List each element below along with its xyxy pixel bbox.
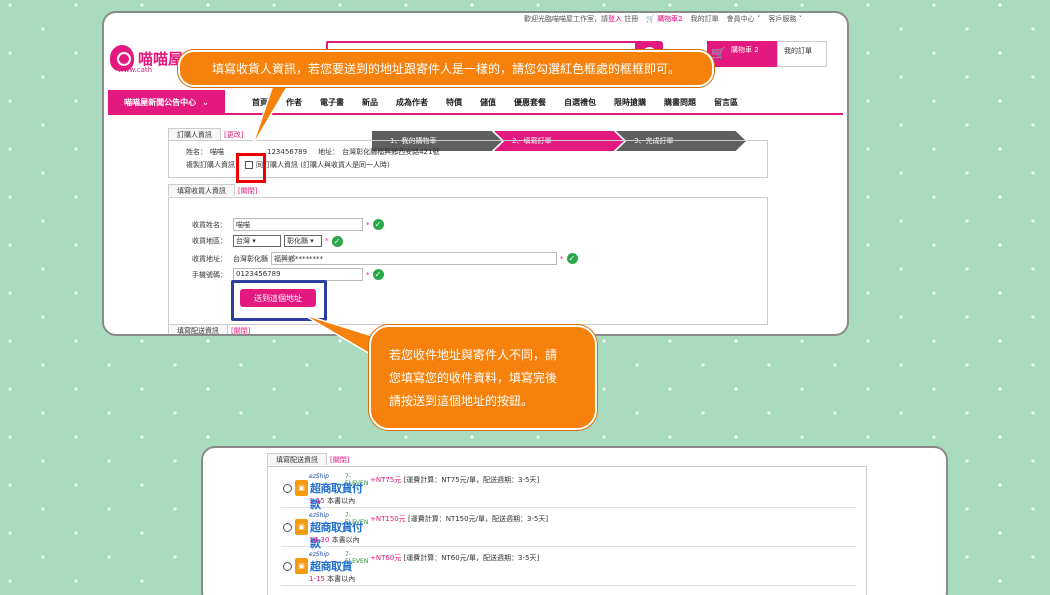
bottom-instruction-callout: 若您收件地址與寄件人不同，請 您填寫您的收件資料，填寫完後 請按送到這個地址的按… [369,325,597,430]
buyer-info-line: 姓名： 喵喵 123456789 地址： 台灣彰化縣福興鄉西安路421號 [186,148,440,156]
package-icon: ▣ [295,480,308,496]
receiver-name-input[interactable]: 喵喵 [233,218,363,231]
nav-item[interactable]: 作者 [277,97,311,108]
country-select[interactable]: 台灣 ▾ [233,235,281,247]
ezship-brand: ezShip [309,473,329,480]
check-icon: ✓ [566,253,578,264]
county-select[interactable]: 彰化縣 ▾ [284,235,322,247]
shipping-price: +NT75元 [運費計算：NT75元/單，配送週期：3-5天] [370,476,540,484]
check-icon: ✓ [372,219,384,230]
tab-receiver-info[interactable]: 填寫收貨人資訊 [關閉] [168,184,257,196]
check-icon: ✓ [372,269,384,280]
button-highlight-frame [231,280,327,321]
nav-item[interactable]: 電子書 [311,97,353,108]
shipping-qty: 16-30 本書以內 [309,536,360,544]
shipping-price: +NT60元 [運費計算：NT60元/單，配送週期：3-5天] [370,554,540,562]
shipping-close-link[interactable]: [關閉] [231,326,250,334]
main-nav: 喵喵屋新聞公告中心 ⌄ 首頁 作者 電子書 新品 成為作者 特價 儲值 優惠套餐 自選禮包 限時搶購… [108,90,843,115]
nav-item[interactable]: 自選禮包 [555,97,605,108]
shipping-radio[interactable] [283,484,292,493]
mini-cart-link[interactable]: 🛒 購物車2 [646,14,682,26]
shipping-method-title: 超商取貨 [310,560,353,573]
ezship-logo: ezShip 7-ELEVEN ▣ 超商取貨付款 1-15 本書以內 [295,473,368,511]
site-logo[interactable]: 喵喵屋 www.cath [110,45,183,74]
login-link[interactable]: 登入 [608,15,622,23]
ezship-brand: ezShip [309,512,329,519]
callout-line-3: 請按送到這個地址的按鈕。 [389,394,534,408]
top-utility-bar: 歡迎光臨喵喵屋工作室，請登入 註冊 🛒 購物車2 我的訂單 會員中心 ˅ 客戶服… [524,14,833,26]
welcome-text: 歡迎光臨喵喵屋工作室，請登入 註冊 [524,15,639,23]
tab-shipping-info-2[interactable]: 填寫配送資訊 [關閉] [267,453,349,465]
callout-line-2: 您填寫您的收件資料，填寫完後 [389,371,558,385]
shipping-option-row[interactable]: ezShip 7-ELEVEN ▣ 超商取貨付款 1-15 本書以內 +NT75元 [運費… [281,472,856,511]
tab-buyer-info[interactable]: 訂購人資訊 [更改] [168,128,243,140]
member-center-link[interactable]: 會員中心 ˅ [727,14,761,26]
nav-item[interactable]: 首頁 [243,97,277,108]
my-orders-link[interactable]: 我的訂單 [691,14,719,26]
nav-items: 首頁 作者 電子書 新品 成為作者 特價 儲值 優惠套餐 自選禮包 限時搶購 購書問題 留言區 [243,97,747,108]
buyer-edit-link[interactable]: [更改] [224,130,243,140]
receiver-region-row: 收貨地區： 台灣 ▾ 彰化縣 ▾ * ✓ [192,235,343,247]
callout-line-1: 若您收件地址與寄件人不同，請 [389,348,558,362]
shipping-price: +NT150元 [運費計算：NT150元/單，配送週期：3-5天] [370,515,549,523]
logo-url: www.cath [118,66,153,74]
customer-service-link[interactable]: 客戶服務 ˅ [768,14,802,26]
nav-item[interactable]: 留言區 [705,97,747,108]
shipping-option-row[interactable]: ezShip 7-ELEVEN ▣ 超商取貨 1-15 本書以內 +NT60元 [運費計算… [281,550,856,586]
receiver-address-row: 收貨地址： 台灣彰化縣 福興鄉******** * ✓ [192,252,578,265]
checkbox-highlight-frame [236,153,266,183]
package-icon: ▣ [295,558,308,574]
nav-item[interactable]: 限時搶購 [605,97,655,108]
copy-buyer-line: 複製訂購人資訊： 同訂購人資訊 (訂購人與收貨人是同一人時) [186,161,390,169]
shipping-qty: 1-15 本書以內 [309,575,356,583]
shipping-qty: 1-15 本書以內 [309,497,356,505]
package-icon: ▣ [295,519,308,535]
nav-item[interactable]: 成為作者 [387,97,437,108]
shipping-option-row[interactable]: ezShip 7-ELEVEN ▣ 超商取貨付款 16-30 本書以內 +NT150元 [… [281,511,856,550]
receiver-address-input[interactable]: 福興鄉******** [271,252,557,265]
nav-item[interactable]: 購書問題 [655,97,705,108]
shipping-radio[interactable] [283,562,292,571]
tab-shipping-info[interactable]: 填寫配送資訊 [關閉] [168,324,250,334]
chevron-down-icon: ⌄ [202,97,209,107]
register-link[interactable]: 註冊 [624,15,638,23]
shipping-options-screenshot: 填寫配送資訊 [關閉] ezShip 7-ELEVEN ▣ 超商取貨付款 1-15 本書… [201,446,948,595]
ezship-logo: ezShip 7-ELEVEN ▣ 超商取貨付款 16-30 本書以內 [295,512,368,550]
shipping-close-link-2[interactable]: [關閉] [330,455,349,465]
top-instruction-callout: 填寫收貨人資訊，若您要送到的地址跟寄件人是一樣的，請您勾選紅色框處的框框即可。 [178,50,714,87]
nav-item[interactable]: 新品 [353,97,387,108]
shipping-radio[interactable] [283,523,292,532]
check-icon: ✓ [331,235,343,247]
ezship-brand: ezShip [309,551,329,558]
receiver-close-link[interactable]: [關閉] [238,186,257,196]
nav-item[interactable]: 儲值 [471,97,505,108]
my-order-button[interactable]: 我的訂單 [777,41,827,67]
nav-item[interactable]: 特價 [437,97,471,108]
cart-button[interactable]: 購物車 2 [707,41,777,67]
news-dropdown[interactable]: 喵喵屋新聞公告中心 ⌄ [108,90,225,114]
nav-item[interactable]: 優惠套餐 [505,97,555,108]
ezship-logo: ezShip 7-ELEVEN ▣ 超商取貨 1-15 本書以內 [295,551,368,585]
receiver-name-row: 收貨姓名： 喵喵 * ✓ [192,218,384,231]
